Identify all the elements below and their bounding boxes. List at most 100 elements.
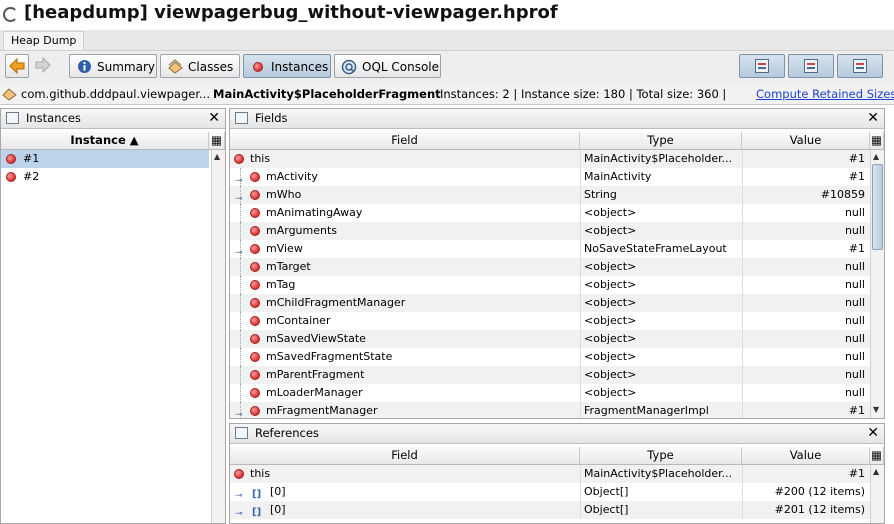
instances-scrollbar[interactable]: ▲ [211, 150, 225, 523]
column-separator [742, 501, 743, 519]
field-row[interactable]: mChildFragmentManager <object> null [230, 294, 870, 312]
column-chooser-icon[interactable]: ▦ [870, 447, 884, 465]
field-name: mFragmentManager [266, 404, 378, 417]
field-row[interactable]: ⊸ mView NoSaveStateFrameLayout #1 [230, 240, 870, 258]
classes-button[interactable]: Classes [160, 54, 240, 78]
type-column-header[interactable]: Type [580, 132, 742, 150]
column-separator [742, 150, 743, 168]
references-panel-icon [235, 427, 248, 439]
field-row[interactable]: mSavedFragmentState <object> null [230, 348, 870, 366]
expand-icon[interactable]: ⊸ [235, 406, 243, 418]
field-row[interactable]: this MainActivity$Placeholder... #1 [230, 150, 870, 168]
references-panel: References ✕ Field Type Value ▦ this Main… [229, 423, 885, 524]
reference-row[interactable]: this MainActivity$Placeholder... #1 [230, 465, 870, 483]
field-row[interactable]: mAnimatingAway <object> null [230, 204, 870, 222]
field-name: mChildFragmentManager [266, 296, 406, 309]
field-row[interactable]: mSavedViewState <object> null [230, 330, 870, 348]
expand-icon[interactable]: ⊸ [235, 505, 243, 523]
field-name: mTag [266, 278, 296, 291]
column-separator [742, 330, 743, 348]
ref-field-column-header[interactable]: Field [230, 447, 580, 465]
field-value: #10859 [820, 188, 865, 201]
field-value: null [844, 278, 865, 291]
field-row[interactable]: ⊸ mWho String #10859 [230, 186, 870, 204]
instances-button[interactable]: Instances [243, 54, 331, 78]
field-type: MainActivity [584, 170, 652, 183]
fields-panel-icon [235, 112, 248, 124]
show-references-toggle[interactable] [837, 54, 883, 78]
field-type: NoSaveStateFrameLayout [584, 242, 727, 255]
field-value: #1 [848, 170, 865, 183]
field-value: #1 [848, 404, 865, 417]
column-chooser-icon[interactable]: ▦ [209, 132, 225, 150]
tab-heap-dump[interactable]: Heap Dump [3, 31, 85, 50]
forward-button[interactable] [32, 54, 56, 78]
scroll-down-icon[interactable]: ▼ [873, 405, 879, 414]
tree-line [240, 258, 242, 276]
field-value: null [844, 350, 865, 363]
column-separator [580, 402, 581, 418]
close-icon[interactable]: ✕ [867, 424, 879, 442]
show-references-icon [853, 59, 867, 73]
tree-line [240, 276, 242, 294]
column-separator [742, 312, 743, 330]
scroll-up-icon[interactable]: ▲ [873, 467, 879, 476]
arrow-left-icon [9, 57, 25, 75]
field-object-icon [234, 154, 244, 164]
field-name: mAnimatingAway [266, 206, 363, 219]
field-type: <object> [584, 350, 637, 363]
column-separator [742, 168, 743, 186]
fields-scroll-thumb[interactable] [872, 164, 883, 250]
column-separator [580, 501, 581, 519]
field-row[interactable]: ⊸ mActivity MainActivity #1 [230, 168, 870, 186]
reference-value: #201 (12 items) [774, 503, 865, 516]
field-name: mView [266, 242, 303, 255]
column-separator [580, 222, 581, 240]
reference-row[interactable]: ⊸[] [0] Object[] #200 (12 items) [230, 483, 870, 501]
editor-tab-bar: Heap Dump [0, 30, 894, 51]
tree-line [240, 384, 242, 402]
column-separator [580, 276, 581, 294]
instance-column-header[interactable]: Instance ▲ [1, 132, 209, 150]
column-separator [580, 168, 581, 186]
references-scrollbar[interactable]: ▲ [870, 465, 884, 523]
back-button[interactable] [5, 54, 29, 78]
summary-button[interactable]: Summary [69, 54, 157, 78]
show-instances-toggle[interactable] [739, 54, 785, 78]
column-separator [742, 384, 743, 402]
reference-row[interactable]: ⊸[] [0] Object[] #201 (12 items) [230, 501, 870, 519]
field-row[interactable]: mContainer <object> null [230, 312, 870, 330]
ref-type-column-header[interactable]: Type [580, 447, 742, 465]
field-row[interactable]: mArguments <object> null [230, 222, 870, 240]
instance-row[interactable]: #2 [1, 168, 209, 186]
column-chooser-icon[interactable]: ▦ [870, 132, 884, 150]
field-column-header[interactable]: Field [230, 132, 580, 150]
oql-console-button[interactable]: OQL Console [334, 54, 441, 78]
instance-row[interactable]: #1 [1, 150, 209, 168]
field-type: <object> [584, 368, 637, 381]
window-title-bar: [heapdump] viewpagerbug_without-viewpage… [0, 0, 894, 30]
field-type: MainActivity$Placeholder... [584, 152, 733, 165]
field-name: mWho [266, 188, 302, 201]
field-object-icon [250, 406, 260, 416]
field-row[interactable]: mLoaderManager <object> null [230, 384, 870, 402]
show-fields-toggle[interactable] [788, 54, 834, 78]
field-row[interactable]: ⊸ mFragmentManager FragmentManagerImpl #1 [230, 402, 870, 418]
column-separator [742, 276, 743, 294]
column-separator [742, 204, 743, 222]
ref-value-column-header[interactable]: Value [742, 447, 870, 465]
field-value: null [844, 260, 865, 273]
field-type: <object> [584, 260, 637, 273]
close-icon[interactable]: ✕ [867, 109, 879, 127]
fields-scrollbar[interactable]: ▲ ▼ [870, 150, 884, 418]
column-separator [742, 240, 743, 258]
field-row[interactable]: mParentFragment <object> null [230, 366, 870, 384]
scroll-up-icon[interactable]: ▲ [214, 152, 220, 161]
compute-retained-sizes-link[interactable]: Compute Retained Sizes [756, 84, 894, 104]
field-object-icon [250, 262, 260, 272]
field-row[interactable]: mTarget <object> null [230, 258, 870, 276]
field-row[interactable]: mTag <object> null [230, 276, 870, 294]
value-column-header[interactable]: Value [742, 132, 870, 150]
scroll-up-icon[interactable]: ▲ [873, 152, 879, 161]
close-icon[interactable]: ✕ [208, 109, 220, 127]
